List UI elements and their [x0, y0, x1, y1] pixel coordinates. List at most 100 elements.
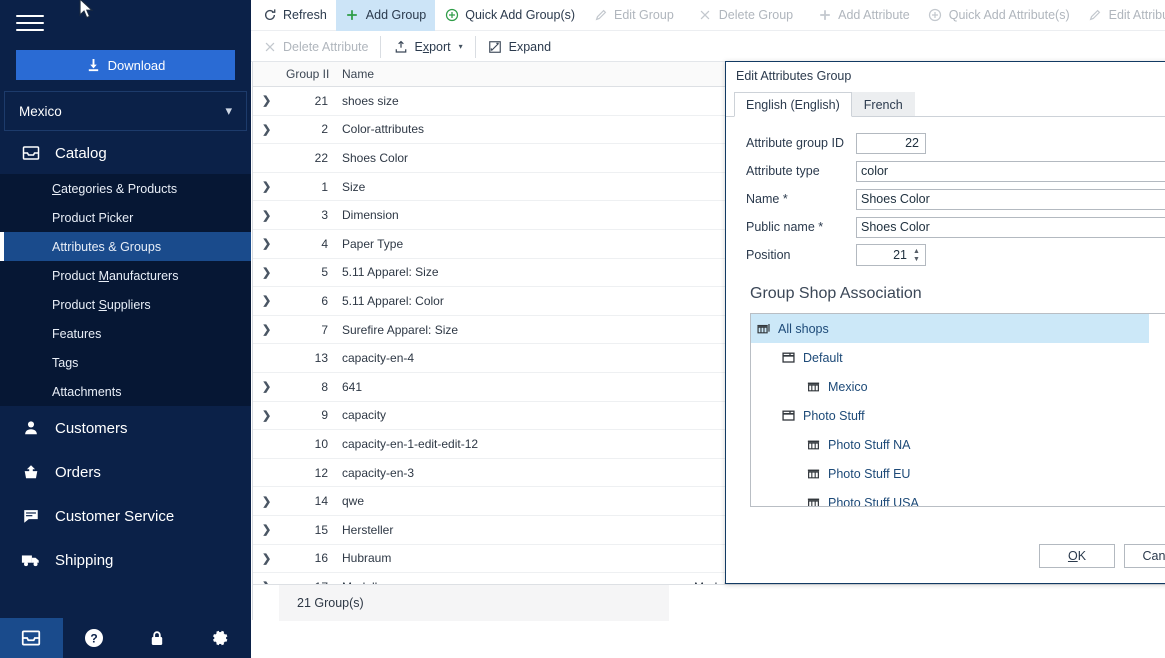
- sidebar-item-orders[interactable]: Orders: [0, 450, 251, 494]
- delete-group-button[interactable]: Delete Group: [689, 0, 802, 31]
- cell-name: shoes size: [335, 94, 687, 108]
- sidebar-item-product-picker[interactable]: Product Picker: [0, 203, 251, 232]
- tree-item-checkbox-cell[interactable]: [1149, 467, 1165, 480]
- row-expander-icon[interactable]: ❯: [253, 180, 279, 193]
- tree-item-checkbox-cell[interactable]: [1149, 438, 1165, 451]
- help-icon[interactable]: ?: [1152, 63, 1165, 89]
- grid-status: 21 Group(s): [279, 585, 669, 621]
- attribute-type-select[interactable]: color ▼: [856, 161, 1165, 182]
- tree-item[interactable]: Mexico: [751, 372, 1165, 401]
- tree-item-checkbox-cell[interactable]: [1149, 351, 1165, 364]
- tree-item-label-wrap[interactable]: All shops: [751, 314, 1149, 343]
- row-expander-icon[interactable]: ❯: [253, 380, 279, 393]
- tree-item-label-wrap[interactable]: Photo Stuff: [751, 401, 1149, 430]
- expand-button[interactable]: Expand: [479, 31, 560, 62]
- cancel-button[interactable]: Cancel: [1124, 544, 1165, 568]
- add-group-button[interactable]: Add Group: [336, 0, 435, 31]
- edit-group-button[interactable]: Edit Group: [584, 0, 683, 31]
- cell-group-id: 15: [279, 523, 335, 537]
- grid-header-group-id[interactable]: Group II: [279, 67, 335, 81]
- sidebar-item-customers[interactable]: Customers: [0, 406, 251, 450]
- row-expander-icon[interactable]: ❯: [253, 209, 279, 222]
- position-stepper[interactable]: 21 ▲ ▼: [856, 244, 926, 266]
- row-expander-icon[interactable]: ❯: [253, 323, 279, 336]
- tree-item[interactable]: Photo Stuff EU: [751, 459, 1165, 488]
- tree-item-checkbox-cell[interactable]: [1149, 496, 1165, 507]
- row-expander-icon[interactable]: ❯: [253, 495, 279, 508]
- tab-english[interactable]: English (English): [734, 92, 852, 117]
- gear-icon[interactable]: [188, 618, 251, 658]
- download-button[interactable]: Download: [16, 50, 235, 80]
- row-expander-icon[interactable]: ❯: [253, 94, 279, 107]
- cell-group-id: 12: [279, 466, 335, 480]
- tree-item-label-wrap[interactable]: Photo Stuff NA: [751, 430, 1149, 459]
- tree-item[interactable]: Photo Stuff: [751, 401, 1165, 430]
- stepper-up-icon[interactable]: ▲: [913, 248, 920, 255]
- row-expander-icon[interactable]: ❯: [253, 237, 279, 250]
- sidebar-item-catalog[interactable]: Catalog: [0, 132, 251, 174]
- public-name-input[interactable]: Shoes Color: [856, 217, 1165, 238]
- add-group-label: Add Group: [366, 8, 426, 22]
- hamburger-bar: [16, 15, 44, 17]
- cell-name: 5.11 Apparel: Size: [335, 265, 687, 279]
- tree-item-label-wrap[interactable]: Default: [751, 343, 1149, 372]
- shop-selector[interactable]: Mexico ▾: [4, 91, 247, 131]
- lock-icon[interactable]: [126, 618, 189, 658]
- tree-item-label: Default: [803, 351, 843, 365]
- tree-item-label-wrap[interactable]: Photo Stuff EU: [751, 459, 1149, 488]
- sidebar-item-customer-service[interactable]: Customer Service: [0, 494, 251, 538]
- sidebar-item-product-manufacturers[interactable]: Product Manufacturers: [0, 261, 251, 290]
- tree-item-checkbox-cell[interactable]: [1149, 380, 1165, 393]
- tree-item[interactable]: All shops: [751, 314, 1165, 343]
- quick-add-attributes-button[interactable]: Quick Add Attribute(s): [919, 0, 1079, 31]
- sidebar-subitem-label: Attachments: [52, 385, 121, 399]
- sidebar: Download Mexico ▾ Catalog Categories & P…: [0, 0, 251, 658]
- cell-group-id: 10: [279, 437, 335, 451]
- tree-item-label-wrap[interactable]: Mexico: [751, 372, 1149, 401]
- export-button[interactable]: Export ▾: [384, 31, 471, 62]
- refresh-button[interactable]: Refresh: [253, 0, 336, 31]
- stepper-down-icon[interactable]: ▼: [913, 256, 920, 263]
- row-expander-icon[interactable]: ❯: [253, 294, 279, 307]
- catalog-box-icon[interactable]: [0, 618, 63, 658]
- sidebar-item-features[interactable]: Features: [0, 319, 251, 348]
- name-input[interactable]: Shoes Color: [856, 189, 1165, 210]
- edit-attribute-button[interactable]: Edit Attribute: [1079, 0, 1165, 31]
- ok-button[interactable]: OK: [1039, 544, 1115, 568]
- sidebar-item-categories-products[interactable]: Categories & Products: [0, 174, 251, 203]
- attribute-group-id-input[interactable]: 22: [856, 133, 926, 154]
- group-shop-association-tree[interactable]: All shopsDefaultMexicoPhoto StuffPhoto S…: [750, 313, 1165, 507]
- grid-header-name[interactable]: Name: [335, 67, 687, 81]
- tree-item-checkbox-cell[interactable]: [1149, 409, 1165, 422]
- tree-item-label: Mexico: [828, 380, 868, 394]
- stepper-arrows[interactable]: ▲ ▼: [911, 248, 925, 263]
- row-expander-icon[interactable]: ❯: [253, 552, 279, 565]
- tree-item-label-wrap[interactable]: Photo Stuff USA: [751, 488, 1149, 507]
- sidebar-item-attachments[interactable]: Attachments: [0, 377, 251, 406]
- sidebar-item-attributes-groups[interactable]: Attributes & Groups: [0, 232, 251, 261]
- shop-icon: [805, 466, 821, 482]
- sidebar-item-shipping[interactable]: Shipping: [0, 538, 251, 582]
- cell-group-id: 21: [279, 94, 335, 108]
- tree-item-checkbox-cell[interactable]: [1149, 322, 1165, 335]
- tree-item[interactable]: Default: [751, 343, 1165, 372]
- attribute-type-value: color: [861, 164, 888, 178]
- quick-add-groups-button[interactable]: Quick Add Group(s): [435, 0, 584, 31]
- row-expander-icon[interactable]: ❯: [253, 523, 279, 536]
- tree-item[interactable]: Photo Stuff NA: [751, 430, 1165, 459]
- cell-group-id: 4: [279, 237, 335, 251]
- tree-item[interactable]: Photo Stuff USA: [751, 488, 1165, 507]
- row-expander-icon[interactable]: ❯: [253, 266, 279, 279]
- help-icon[interactable]: ?: [63, 618, 126, 658]
- sidebar-item-product-suppliers[interactable]: Product Suppliers: [0, 290, 251, 319]
- position-label: Position: [746, 248, 856, 262]
- row-expander-icon[interactable]: ❯: [253, 409, 279, 422]
- hamburger-menu-icon[interactable]: [16, 10, 44, 34]
- delete-attribute-button[interactable]: Delete Attribute: [253, 31, 377, 62]
- row-expander-icon[interactable]: ❯: [253, 123, 279, 136]
- basket-icon: [20, 461, 42, 483]
- sidebar-item-tags[interactable]: Tags: [0, 348, 251, 377]
- tab-french[interactable]: French: [852, 92, 915, 117]
- download-label: Download: [108, 58, 166, 73]
- add-attribute-button[interactable]: Add Attribute: [808, 0, 919, 31]
